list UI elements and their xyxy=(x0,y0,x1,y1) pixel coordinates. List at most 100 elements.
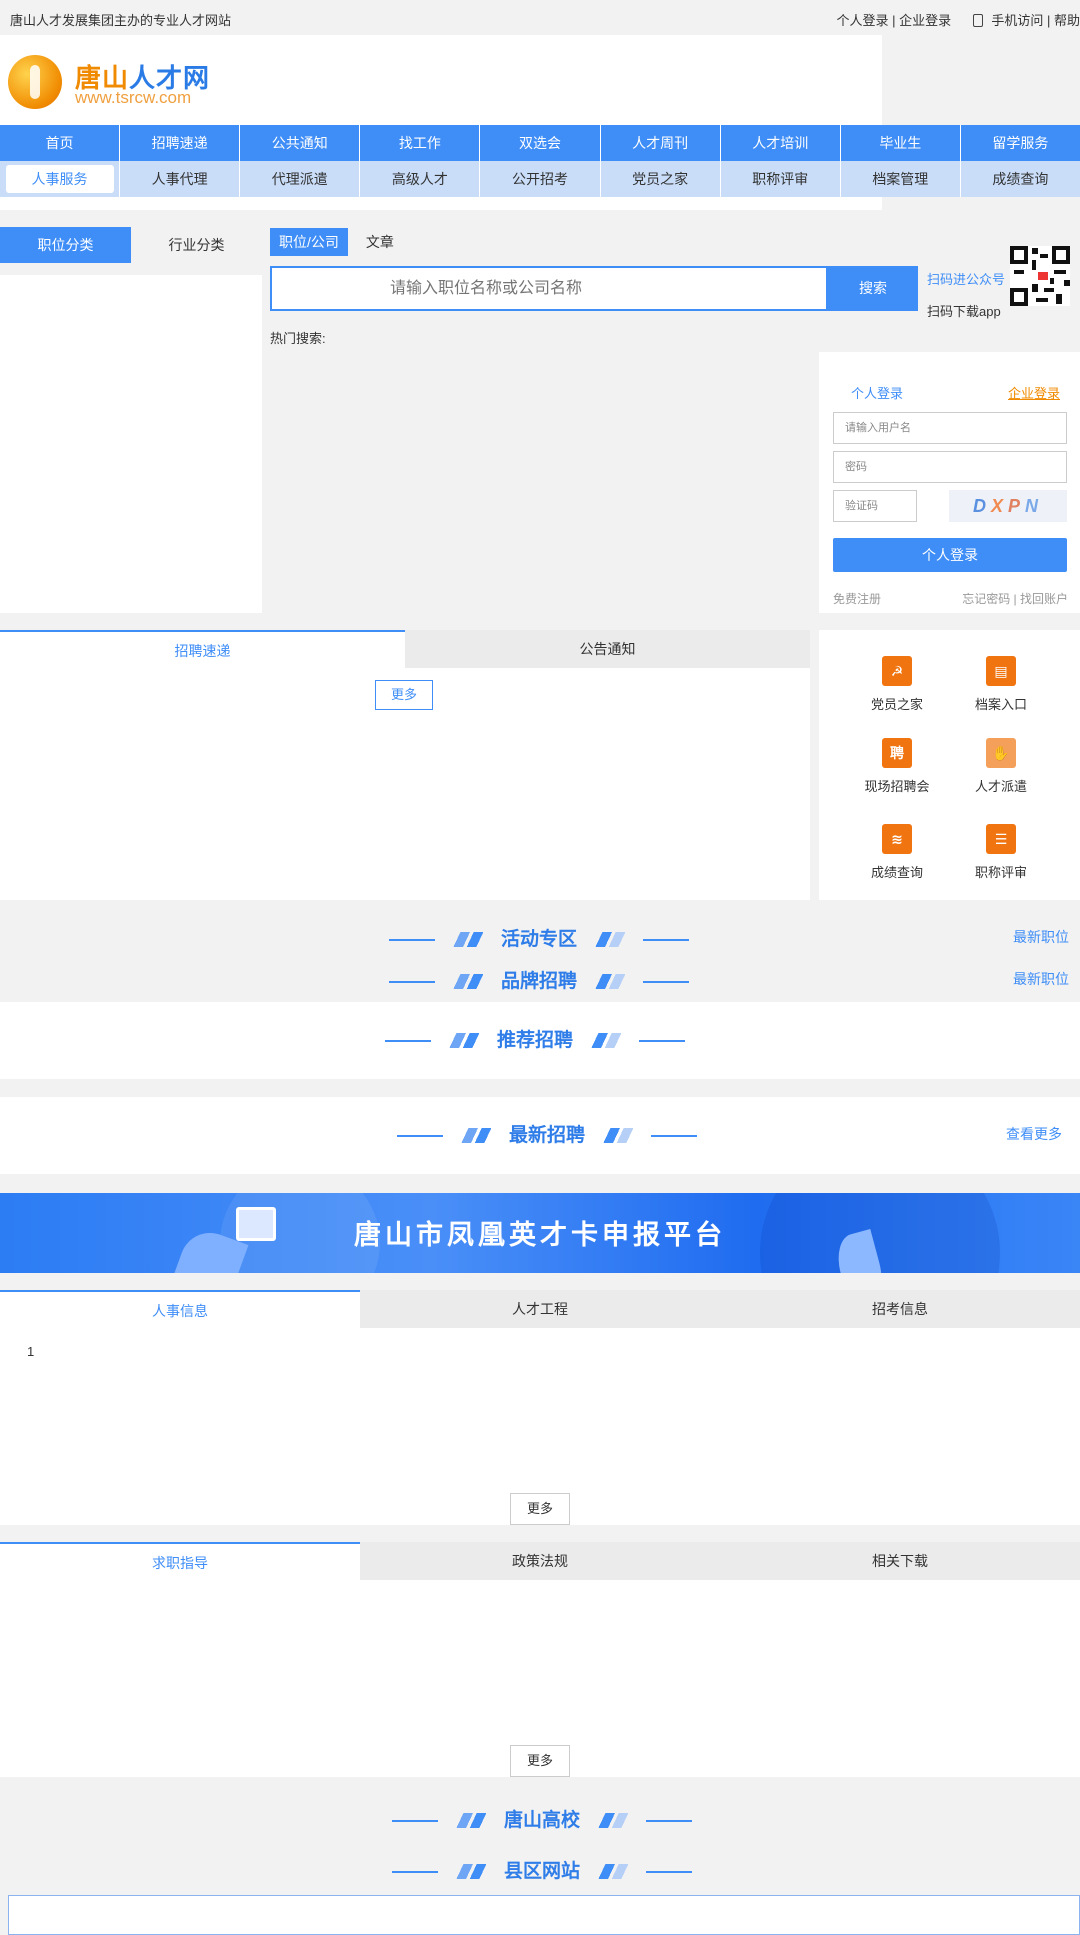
top-links: 个人登录 | 企业登录 手机访问 | 帮助 xyxy=(837,10,1080,29)
captcha-field[interactable]: 验证码 xyxy=(833,490,917,522)
news-more-button[interactable]: 更多 xyxy=(375,680,433,710)
tab-hr-info[interactable]: 人事信息 xyxy=(0,1290,360,1328)
subnav-item-score-query[interactable]: 成绩查询 xyxy=(961,161,1080,197)
nav-item-weekly[interactable]: 人才周刊 xyxy=(601,125,721,161)
personal-login-button[interactable]: 个人登录 xyxy=(833,538,1067,572)
subnav-item-archives[interactable]: 档案管理 xyxy=(841,161,961,197)
section-title-colleges: 唐山高校 xyxy=(392,1805,693,1845)
qr-wechat-label[interactable]: 扫码进公众号 xyxy=(927,269,1005,288)
slash-decor-icon xyxy=(595,974,626,990)
tab-talent-project[interactable]: 人才工程 xyxy=(360,1290,720,1328)
nav-item-home[interactable]: 首页 xyxy=(0,125,121,161)
section-label: 品牌招聘 xyxy=(501,971,578,992)
quick-link-party[interactable]: ☭ 党员之家 xyxy=(842,656,952,713)
qr-app-label: 扫码下载app xyxy=(927,304,1001,319)
quick-link-label: 职称评审 xyxy=(974,865,1027,880)
top-bar: 唐山人才发展集团主办的专业人才网站 个人登录 | 企业登录 手机访问 | 帮助 xyxy=(0,0,1080,35)
login-links[interactable]: 个人登录 | 企业登录 xyxy=(837,10,952,29)
phoenix-talent-banner[interactable]: 唐山市凤凰英才卡申报平台 xyxy=(0,1193,1080,1273)
category-tabs: 职位分类 行业分类 xyxy=(0,227,262,263)
quick-link-title-review[interactable]: ☰ 职称评审 xyxy=(946,824,1056,881)
quick-link-label: 档案入口 xyxy=(974,697,1027,712)
slash-decor-icon xyxy=(595,932,626,948)
tab-personal-login[interactable]: 个人登录 xyxy=(851,383,903,402)
subnav-item-public-exam[interactable]: 公开招考 xyxy=(480,161,601,197)
subnav-item-dispatch[interactable]: 代理派遣 xyxy=(240,161,361,197)
see-more-link[interactable]: 查看更多 xyxy=(1006,1124,1062,1144)
nav-item-job-fair[interactable]: 双选会 xyxy=(480,125,601,161)
nav-item-find-job[interactable]: 找工作 xyxy=(360,125,481,161)
quick-link-archive[interactable]: ▤ 档案入口 xyxy=(946,656,1056,713)
search-button[interactable]: 搜索 xyxy=(828,266,918,311)
latest-jobs-link-2[interactable]: 最新职位 xyxy=(1013,969,1069,989)
nav-item-training[interactable]: 人才培训 xyxy=(721,125,841,161)
guide-more-button[interactable]: 更多 xyxy=(510,1745,570,1777)
slash-decor-icon xyxy=(453,974,483,990)
slash-decor-icon xyxy=(449,1033,479,1049)
nav-item-public-notice[interactable]: 公共通知 xyxy=(240,125,361,161)
tab-downloads[interactable]: 相关下载 xyxy=(720,1542,1080,1580)
news-panel: 更多 xyxy=(0,668,810,900)
tab-recruit-express[interactable]: 招聘速递 xyxy=(0,630,405,668)
primary-nav: 首页 招聘速递 公共通知 找工作 双选会 人才周刊 人才培训 毕业生 留学服务 xyxy=(0,125,1080,161)
secondary-nav: 人事服务 人事代理 代理派遣 高级人才 公开招考 党员之家 职称评审 档案管理 … xyxy=(0,161,1080,197)
slash-decor-icon xyxy=(453,932,483,948)
captcha-image[interactable]: DXPN xyxy=(949,490,1067,522)
quick-link-score[interactable]: ≋ 成绩查询 xyxy=(842,824,952,881)
info-content: 1 xyxy=(27,1344,35,1359)
nav-item-graduates[interactable]: 毕业生 xyxy=(841,125,961,161)
username-field[interactable]: 请输入用户名 xyxy=(833,412,1067,444)
tab-job-company[interactable]: 职位/公司 xyxy=(270,228,348,256)
mobile-access-link[interactable]: 手机访问 | 帮助 xyxy=(991,10,1080,29)
slash-decor-icon xyxy=(598,1813,629,1829)
quick-link-dispatch[interactable]: ✋ 人才派遣 xyxy=(946,738,1056,795)
password-field[interactable]: 密码 xyxy=(833,451,1067,483)
quick-link-label: 成绩查询 xyxy=(870,865,923,880)
quick-links-panel: ☭ 党员之家 ▤ 档案入口 聘 现场招聘会 ✋ 人才派遣 ≋ 成绩查询 ☰ 职称… xyxy=(819,630,1080,900)
qr-code-icon xyxy=(1010,246,1070,306)
search-tabs: 职位/公司 文章 xyxy=(270,228,412,256)
slash-decor-icon xyxy=(598,1864,629,1880)
quick-link-label: 党员之家 xyxy=(870,697,923,712)
tab-policy[interactable]: 政策法规 xyxy=(360,1542,720,1580)
site-slogan: 唐山人才发展集团主办的专业人才网站 xyxy=(10,13,232,28)
login-panel: 个人登录 企业登录 请输入用户名 密码 验证码 DXPN 个人登录 免费注册 忘… xyxy=(819,352,1080,613)
info-tabs: 人事信息 人才工程 招考信息 xyxy=(0,1290,1080,1328)
tab-article[interactable]: 文章 xyxy=(357,228,403,256)
subnav-label: 人事服务 xyxy=(5,165,114,193)
tab-company-login[interactable]: 企业登录 xyxy=(1008,383,1060,402)
category-panel xyxy=(0,275,262,613)
tab-job-guide[interactable]: 求职指导 xyxy=(0,1542,360,1580)
tab-job-category[interactable]: 职位分类 xyxy=(0,227,131,263)
guide-panel: 更多 xyxy=(0,1580,1080,1777)
logo-url: www.tsrcw.com xyxy=(75,88,192,107)
info-more-button[interactable]: 更多 xyxy=(510,1493,570,1525)
latest-jobs-link[interactable]: 最新职位 xyxy=(1013,927,1069,947)
tab-exam-info[interactable]: 招考信息 xyxy=(720,1290,1080,1328)
register-link[interactable]: 免费注册 xyxy=(833,590,881,607)
subnav-item-title-review[interactable]: 职称评审 xyxy=(721,161,841,197)
section-label: 推荐招聘 xyxy=(497,1030,574,1051)
section-label: 最新招聘 xyxy=(509,1125,586,1146)
forgot-password-link[interactable]: 忘记密码 | 找回账户 xyxy=(962,590,1068,607)
section-title-latest: 最新招聘 xyxy=(397,1120,698,1160)
tab-announcements[interactable]: 公告通知 xyxy=(405,630,810,668)
tab-industry-category[interactable]: 行业分类 xyxy=(131,227,262,263)
quick-link-job-fair[interactable]: 聘 现场招聘会 xyxy=(842,738,952,795)
subnav-item-senior-talent[interactable]: 高级人才 xyxy=(360,161,481,197)
subnav-item-party-home[interactable]: 党员之家 xyxy=(601,161,721,197)
section-title-brand: 品牌招聘 xyxy=(389,966,690,1006)
slash-decor-icon xyxy=(456,1813,486,1829)
section-title-county: 县区网站 xyxy=(392,1856,693,1896)
subnav-item-hr-agency[interactable]: 人事代理 xyxy=(120,161,241,197)
party-icon: ☭ xyxy=(882,656,912,686)
logo-icon[interactable] xyxy=(8,55,62,109)
nav-item-recruit-express[interactable]: 招聘速递 xyxy=(120,125,241,161)
banner-title: 唐山市凤凰英才卡申报平台 xyxy=(354,1220,726,1250)
nav-item-study-abroad[interactable]: 留学服务 xyxy=(961,125,1080,161)
search-input[interactable] xyxy=(272,268,824,309)
hot-search-label: 热门搜索: xyxy=(270,331,326,346)
news-tabs: 招聘速递 公告通知 xyxy=(0,630,810,668)
search-box xyxy=(270,266,828,311)
subnav-item-hr-service[interactable]: 人事服务 xyxy=(0,161,121,197)
